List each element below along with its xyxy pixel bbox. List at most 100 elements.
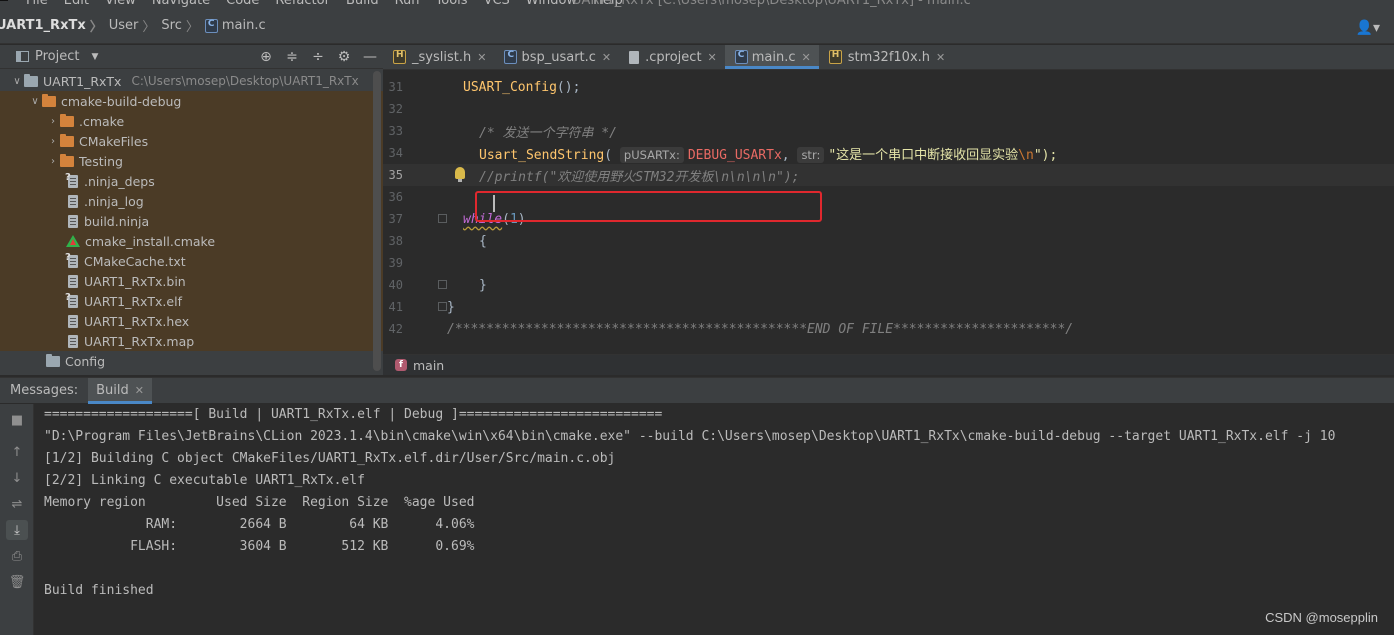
tree-item-elf[interactable]: UART1_RxTx.elf <box>0 291 383 311</box>
expand-all-icon[interactable]: ≑ <box>279 49 305 65</box>
tree-item-cmake-build-debug[interactable]: ∨ cmake-build-debug <box>0 91 383 111</box>
hide-panel-icon[interactable]: — <box>357 49 383 65</box>
tree-item-config[interactable]: Config <box>0 351 383 371</box>
code-area[interactable]: 31 USART_Config(); 32 33 /* 发送一个字符串 */ 3… <box>383 71 1394 356</box>
tree-item-label: cmake-build-debug <box>61 93 182 109</box>
code-token: (); <box>556 79 581 95</box>
chevron-right-icon[interactable]: › <box>46 116 60 127</box>
watermark: CSDN @mosepplin <box>1265 610 1378 625</box>
close-icon[interactable]: ✕ <box>936 51 945 64</box>
code-text: } <box>447 299 455 315</box>
tree-item-label: CMakeFiles <box>79 133 149 149</box>
print-icon[interactable]: ⎙ <box>6 546 28 566</box>
chevron-down-icon[interactable]: ▼ <box>91 52 98 62</box>
user-account-icon[interactable]: 👤▾ <box>1356 20 1380 36</box>
editor-tabs: _syslist.h ✕ bsp_usart.c ✕ .cproject ✕ m… <box>383 45 1394 70</box>
code-comment: /* 发送一个字符串 */ <box>479 125 617 141</box>
close-icon[interactable]: ✕ <box>802 51 811 64</box>
close-icon[interactable]: ✕ <box>135 384 144 397</box>
tree-item-label: .cmake <box>79 113 125 129</box>
soft-wrap-icon[interactable]: ⇌ <box>6 494 28 514</box>
menu-vcs[interactable]: VCS <box>484 0 510 8</box>
nav-crumb-label: User <box>108 18 139 33</box>
code-token: ( <box>604 147 620 163</box>
code-line-current: 35 //printf("欢迎使用野火STM32开发板\n\n\n\n"); <box>383 164 1394 186</box>
tab-syslist-h[interactable]: _syslist.h ✕ <box>383 45 494 69</box>
breadcrumb-function[interactable]: main <box>413 358 444 373</box>
close-icon[interactable]: ✕ <box>602 51 611 64</box>
project-panel-title[interactable]: Project <box>35 49 79 64</box>
nav-crumb-file[interactable]: main.c <box>204 18 266 33</box>
tree-item-root[interactable]: ∨ UART1_RxTx C:\Users\mosep\Desktop\UART… <box>0 71 383 91</box>
chevron-down-icon[interactable]: ∨ <box>28 96 42 107</box>
menu-code[interactable]: Code <box>226 0 259 8</box>
project-panel-header: Project ▼ ⊕ ≑ ÷ ⚙ — <box>0 45 383 69</box>
stop-icon[interactable]: ■ <box>6 410 28 430</box>
tree-item-cmake-install[interactable]: cmake_install.cmake <box>0 231 383 251</box>
collapse-all-icon[interactable]: ÷ <box>305 49 331 65</box>
menu-edit[interactable]: Edit <box>64 0 89 8</box>
tab-build[interactable]: Build ✕ <box>88 377 152 404</box>
tab-main-c[interactable]: main.c ✕ <box>724 45 819 69</box>
build-output-console[interactable]: ===================[ Build | UART1_RxTx.… <box>34 404 1394 635</box>
gear-icon[interactable]: ⚙ <box>331 49 357 65</box>
menu-build[interactable]: Build <box>346 0 379 8</box>
tab-label: bsp_usart.c <box>521 49 596 65</box>
menu-bar: File Edit View Navigate Code Refactor Bu… <box>0 0 1394 8</box>
locate-file-icon[interactable]: ⊕ <box>253 49 279 65</box>
fold-marker-icon[interactable] <box>438 280 447 289</box>
scroll-to-end-icon[interactable]: ⤓ <box>6 520 28 540</box>
tree-item-ninja-deps[interactable]: .ninja_deps <box>0 171 383 191</box>
header-file-icon <box>393 50 406 64</box>
menu-run[interactable]: Run <box>395 0 420 8</box>
tab-cproject[interactable]: .cproject ✕ <box>619 45 725 69</box>
chevron-right-icon: 〉 <box>185 20 199 35</box>
nav-crumb-label: UART1_RxTx <box>0 18 86 33</box>
folder-icon <box>60 153 74 167</box>
tree-item-label: CMakeCache.txt <box>84 253 186 269</box>
text-file-icon <box>629 50 640 64</box>
tree-item-ninja-log[interactable]: .ninja_log <box>0 191 383 211</box>
menu-navigate[interactable]: Navigate <box>152 0 210 8</box>
chevron-down-icon[interactable]: ∨ <box>10 76 24 87</box>
project-panel-icon <box>16 51 29 62</box>
menu-view[interactable]: View <box>105 0 136 8</box>
close-icon[interactable]: ✕ <box>477 51 486 64</box>
nav-crumb-project[interactable]: UART1_RxTx 〉 <box>0 16 109 35</box>
fold-marker-icon[interactable] <box>438 214 447 223</box>
nav-crumb-src[interactable]: Src 〉 <box>161 16 204 35</box>
lightbulb-icon[interactable] <box>455 167 465 182</box>
folder-icon <box>60 113 74 127</box>
chevron-right-icon[interactable]: › <box>46 156 60 167</box>
tab-bsp-usart-c[interactable]: bsp_usart.c ✕ <box>494 45 619 69</box>
tree-item-cmake-dir[interactable]: › .cmake <box>0 111 383 131</box>
folder-icon <box>24 73 38 87</box>
text-file-icon <box>68 314 78 328</box>
tree-item-path: C:\Users\mosep\Desktop\UART1_RxTx <box>131 74 359 88</box>
fold-marker-icon[interactable] <box>438 302 447 311</box>
project-tree-scrollbar[interactable] <box>373 71 381 371</box>
close-icon[interactable]: ✕ <box>708 51 717 64</box>
tree-item-cmakefiles[interactable]: › CMakeFiles <box>0 131 383 151</box>
project-tree: ∨ UART1_RxTx C:\Users\mosep\Desktop\UART… <box>0 71 383 375</box>
menu-refactor[interactable]: Refactor <box>275 0 330 8</box>
tree-item-cmakecache[interactable]: CMakeCache.txt <box>0 251 383 271</box>
tab-stm32f10x-h[interactable]: stm32f10x.h ✕ <box>819 45 953 69</box>
code-string: "这是一个串口中断接收回显实验 <box>828 147 1019 163</box>
tree-item-hex[interactable]: UART1_RxTx.hex <box>0 311 383 331</box>
tree-item-testing[interactable]: › Testing <box>0 151 383 171</box>
folder-icon <box>42 93 56 107</box>
nav-crumb-user[interactable]: User 〉 <box>109 16 162 35</box>
menu-file[interactable]: File <box>26 0 48 8</box>
arrow-down-icon[interactable]: ↓ <box>6 468 28 488</box>
tree-item-bin[interactable]: UART1_RxTx.bin <box>0 271 383 291</box>
tree-item-map[interactable]: UART1_RxTx.map <box>0 331 383 351</box>
menu-tools[interactable]: Tools <box>436 0 468 8</box>
cmake-icon <box>66 235 80 247</box>
trash-icon[interactable]: 🗑 <box>6 572 28 592</box>
tree-item-build-ninja[interactable]: build.ninja <box>0 211 383 231</box>
arrow-up-icon[interactable]: ↑ <box>6 442 28 462</box>
chevron-right-icon[interactable]: › <box>46 136 60 147</box>
menu-window[interactable]: Window <box>526 0 577 8</box>
tab-label: _syslist.h <box>412 49 472 65</box>
